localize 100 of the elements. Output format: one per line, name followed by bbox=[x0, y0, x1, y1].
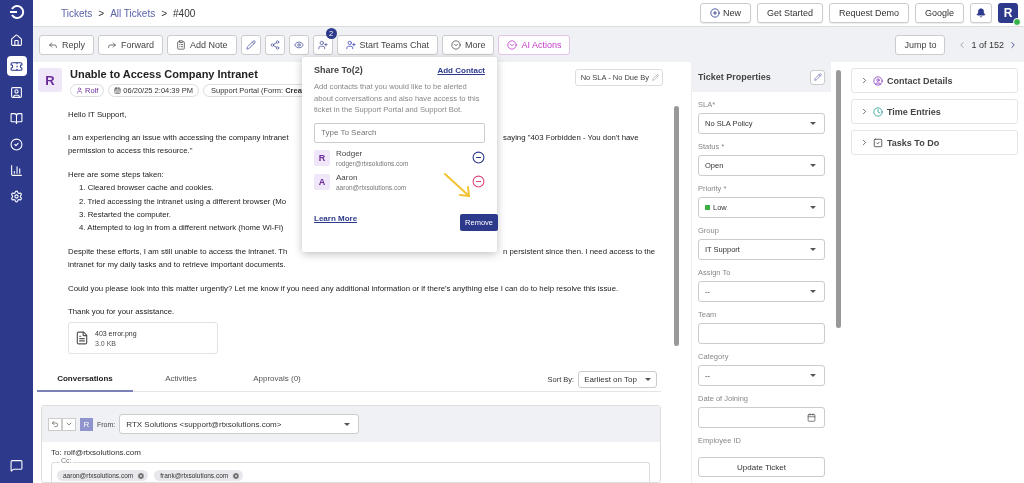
contact-avatar: A bbox=[314, 173, 330, 190]
toolbar-button[interactable]: Add Note bbox=[167, 34, 237, 55]
add-contact-link[interactable]: Add Contact bbox=[437, 65, 485, 75]
person-plus-icon bbox=[317, 39, 328, 50]
chevron-down-icon bbox=[65, 420, 73, 428]
share-button[interactable] bbox=[264, 34, 285, 55]
plus-circle-icon bbox=[709, 8, 720, 18]
scrollbar[interactable] bbox=[674, 106, 679, 346]
contact-avatar: R bbox=[314, 149, 330, 166]
remove-icon[interactable] bbox=[232, 471, 241, 480]
caret-icon bbox=[810, 290, 816, 293]
update-ticket-button[interactable]: Update Ticket bbox=[698, 457, 825, 477]
chat-icon bbox=[10, 458, 23, 472]
pencil-icon bbox=[652, 74, 659, 81]
forward-icon bbox=[107, 39, 117, 50]
requester-avatar: R bbox=[38, 68, 62, 92]
breadcrumb-separator: > bbox=[161, 7, 167, 19]
user-circle-icon bbox=[873, 75, 883, 86]
user-avatar[interactable]: R bbox=[998, 3, 1018, 23]
caret-icon bbox=[645, 378, 651, 381]
from-select[interactable]: RTX Solutions <support@rtxsolutions.com> bbox=[119, 414, 360, 434]
sender-avatar: R bbox=[80, 417, 93, 431]
toolbar-button[interactable]: More bbox=[441, 34, 495, 55]
tab[interactable]: Approvals (0) bbox=[229, 367, 325, 392]
minus-circle-icon bbox=[472, 151, 485, 164]
toolbar-button[interactable]: AI Actions bbox=[498, 34, 571, 55]
caret-icon bbox=[810, 374, 816, 377]
sidebar-item[interactable] bbox=[6, 56, 27, 76]
chevron-right-icon bbox=[860, 107, 869, 116]
reply-icon bbox=[51, 420, 59, 428]
section-header[interactable]: Tasks To Do bbox=[851, 130, 1018, 155]
add-contact-button[interactable] bbox=[312, 34, 333, 55]
input-field[interactable] bbox=[698, 323, 825, 344]
section-title: Time Entries bbox=[887, 106, 941, 117]
section-title: Tasks To Do bbox=[887, 137, 940, 148]
learn-more-link[interactable]: Learn More bbox=[314, 213, 358, 223]
remove-icon[interactable] bbox=[137, 471, 146, 480]
toolbar-button[interactable]: Reply bbox=[39, 34, 94, 55]
ticket-icon bbox=[10, 59, 23, 73]
logo-icon bbox=[8, 4, 25, 20]
remove-button[interactable] bbox=[472, 151, 485, 164]
settings-icon bbox=[10, 189, 23, 203]
breadcrumb-separator: > bbox=[98, 7, 105, 19]
ticket-title: Unable to Access Company Intranet bbox=[70, 68, 259, 80]
popup-title: Share To(2) bbox=[314, 65, 363, 75]
breadcrumb-link[interactable]: All Tickets bbox=[110, 7, 156, 19]
sort-select[interactable]: Earliest on Top bbox=[578, 371, 657, 388]
caret-icon bbox=[810, 248, 816, 251]
file-icon bbox=[75, 331, 89, 346]
chevron-circle-icon bbox=[450, 39, 461, 50]
minus-circle-icon bbox=[472, 175, 485, 188]
caret-icon bbox=[810, 164, 816, 167]
contact-card-icon bbox=[10, 85, 23, 99]
section-header[interactable]: Contact Details bbox=[851, 68, 1018, 93]
header-button[interactable]: New bbox=[699, 3, 751, 23]
user-icon bbox=[76, 87, 83, 94]
notifications-button[interactable] bbox=[970, 3, 992, 23]
clock-icon bbox=[873, 106, 883, 117]
chevron-circle-icon bbox=[507, 39, 518, 50]
calendar-icon bbox=[114, 87, 122, 94]
search-field[interactable]: Type To Search bbox=[314, 122, 485, 143]
caret-icon bbox=[810, 206, 816, 209]
to-text: To: rolf@rtxsolutions.com bbox=[50, 447, 142, 457]
reply-mode-button[interactable] bbox=[48, 417, 62, 431]
section-title: Contact Details bbox=[887, 75, 953, 86]
header-button[interactable]: Get Started bbox=[756, 3, 823, 23]
toolbar-button[interactable]: Forward bbox=[98, 34, 164, 55]
toolbar-button[interactable]: Start Teams Chat bbox=[336, 34, 438, 55]
pencil-icon bbox=[813, 73, 822, 81]
section-header[interactable]: Time Entries bbox=[851, 99, 1018, 124]
jump-to-button[interactable]: Jump to bbox=[895, 34, 946, 55]
header-button[interactable]: Google bbox=[914, 3, 964, 23]
home-icon bbox=[10, 33, 23, 47]
bell-icon bbox=[976, 8, 986, 18]
date-field[interactable] bbox=[698, 407, 825, 428]
caret-icon bbox=[810, 122, 816, 125]
tab[interactable]: Activities bbox=[133, 367, 229, 392]
checkbox-icon bbox=[873, 137, 883, 148]
breadcrumb-current: #400 bbox=[173, 7, 196, 19]
contact-name: Aaron bbox=[336, 172, 359, 182]
chevron-right-icon bbox=[860, 76, 869, 85]
header-button[interactable]: Request Demo bbox=[828, 3, 909, 23]
panel-title: Ticket Properties bbox=[698, 72, 771, 82]
check-circle-icon bbox=[10, 137, 23, 151]
chevron-right-icon bbox=[860, 138, 869, 147]
book-icon bbox=[10, 111, 23, 125]
clipboard-icon bbox=[176, 39, 187, 50]
tab[interactable]: Conversations bbox=[37, 367, 133, 392]
contact-name: Rodger bbox=[336, 148, 364, 158]
scrollbar[interactable] bbox=[836, 70, 841, 328]
arrow-drawing bbox=[443, 172, 473, 200]
bar-chart-icon bbox=[10, 163, 23, 177]
pager-text: 1 of 152 bbox=[971, 39, 1004, 50]
calendar-icon bbox=[807, 413, 816, 422]
reply-icon bbox=[48, 39, 58, 50]
eye-icon bbox=[293, 39, 304, 50]
next-icon[interactable] bbox=[1008, 39, 1018, 50]
breadcrumb-link[interactable]: Tickets bbox=[61, 7, 93, 19]
share-icon bbox=[269, 39, 280, 50]
pencil-icon bbox=[245, 39, 256, 50]
